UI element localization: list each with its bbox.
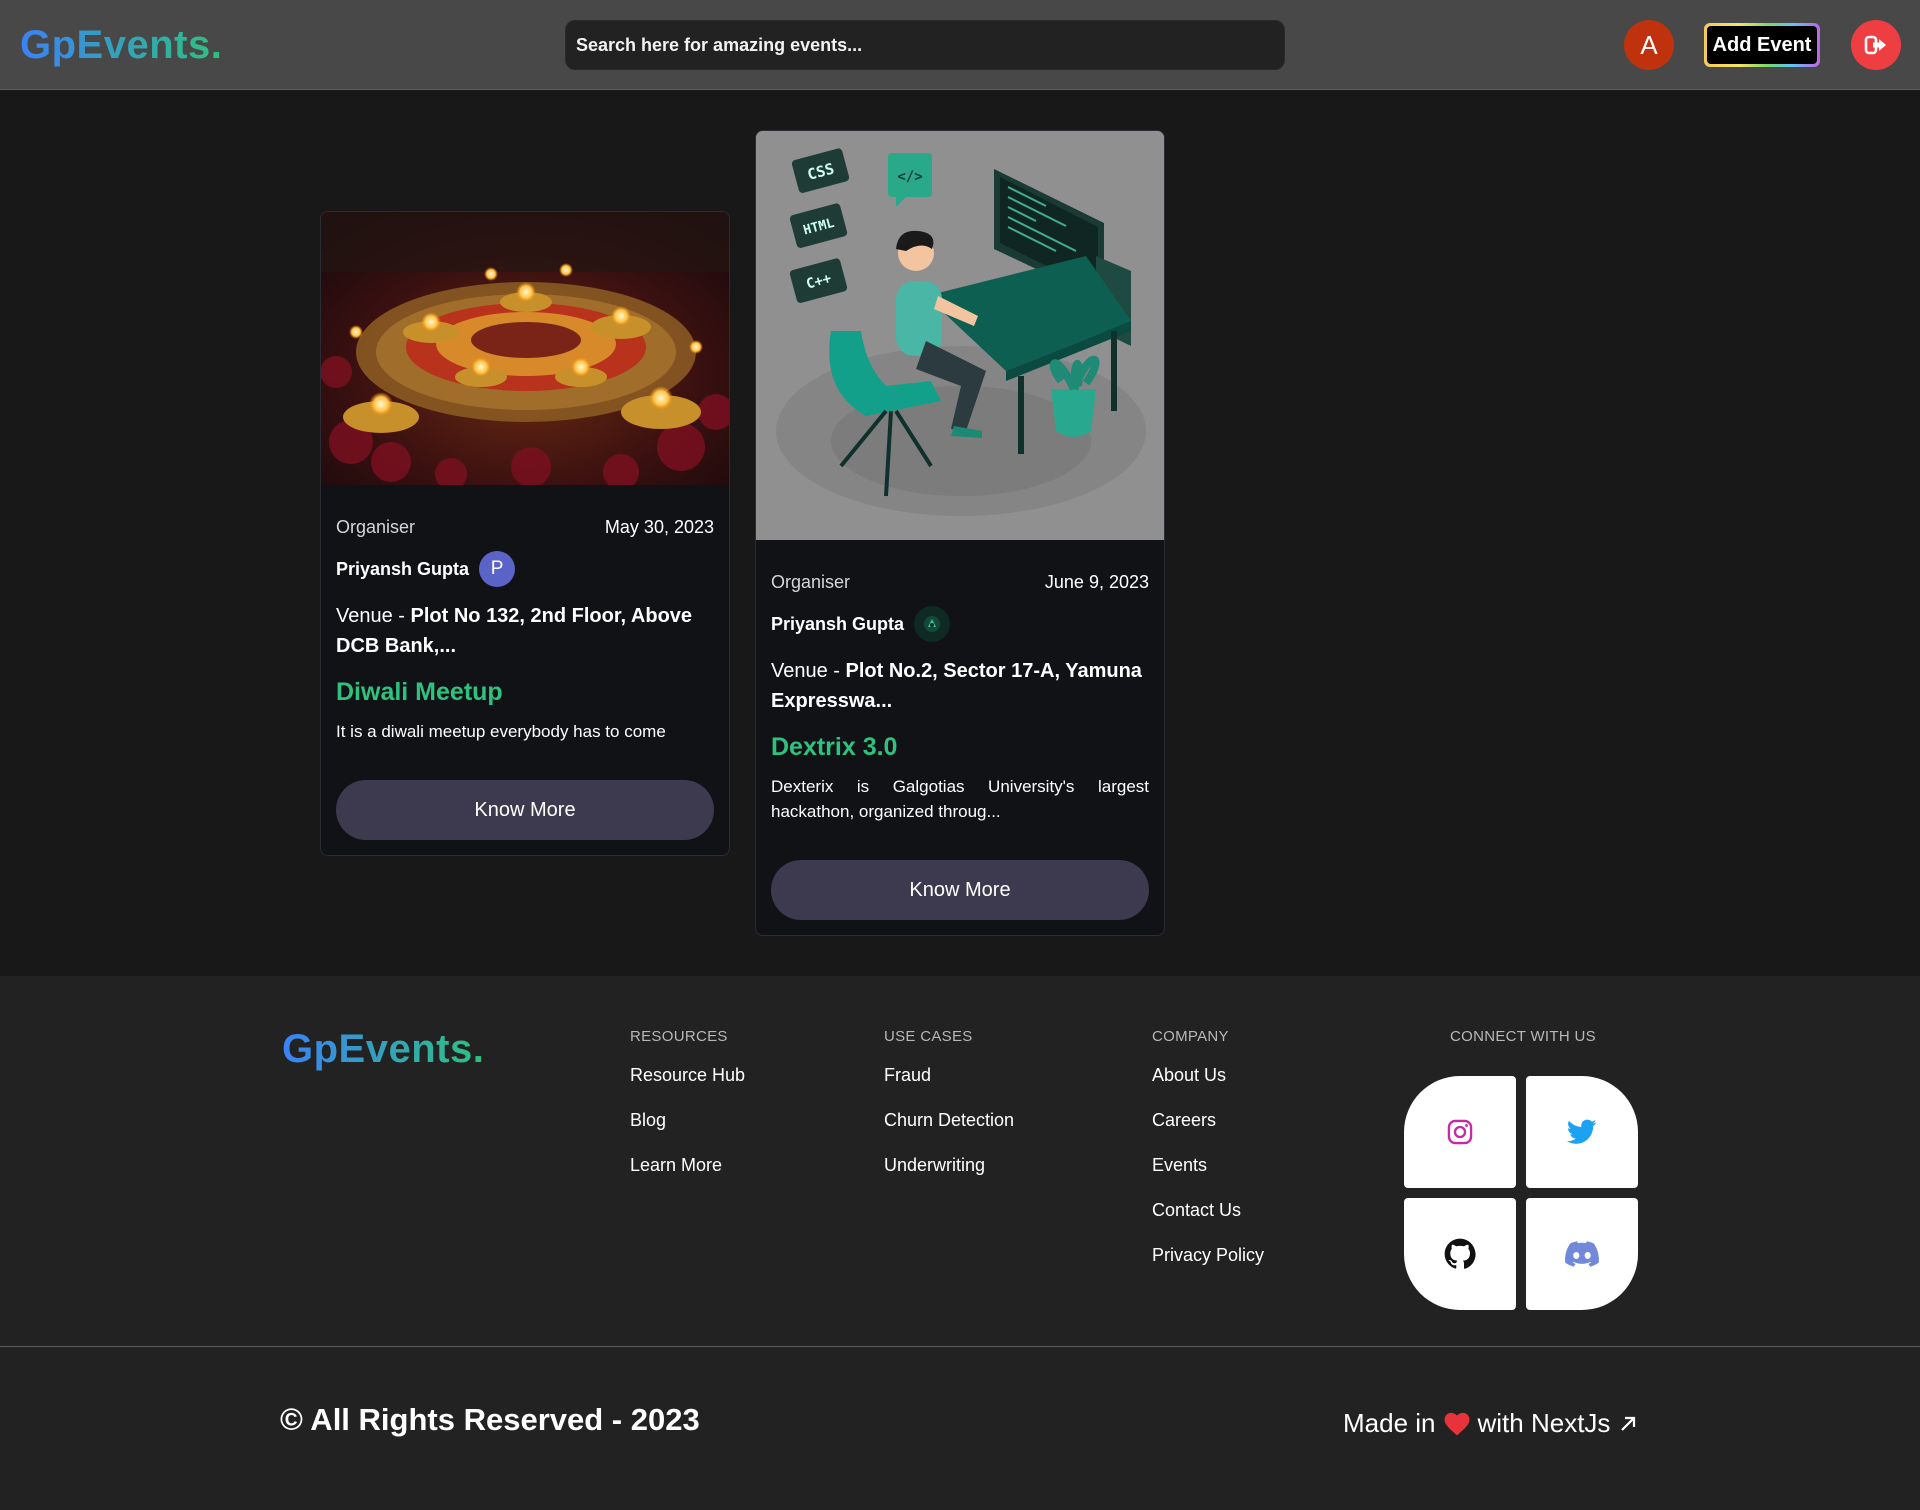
event-description: It is a diwali meetup everybody has to c… <box>336 722 666 741</box>
footer-connect-column: CONNECT WITH US <box>1450 1028 1596 1046</box>
heart-icon <box>1444 1412 1470 1436</box>
footer-link-blog[interactable]: Blog <box>630 1109 745 1154</box>
footer-divider <box>0 1346 1920 1347</box>
twitter-icon <box>1567 1119 1597 1144</box>
event-card-body: Organiser June 9, 2023 Priyansh Gupta Ve… <box>756 572 1164 824</box>
event-title: Dextrix 3.0 <box>771 733 898 761</box>
brand-logo[interactable]: GpEvents. <box>20 22 222 68</box>
add-event-label: Add Event <box>1707 26 1817 64</box>
github-link[interactable] <box>1404 1198 1516 1310</box>
organiser-name: Priyansh Gupta <box>771 613 905 634</box>
made-in-prefix: Made in <box>1343 1408 1436 1438</box>
event-image-coding-illustration: CSS HTML C++ </> <box>756 131 1164 540</box>
event-card-body: Organiser May 30, 2023 Priyansh Gupta P … <box>321 517 729 744</box>
resources-heading: RESOURCES <box>630 1028 728 1045</box>
footer-resources-column: RESOURCES Resource Hub Blog Learn More <box>630 1028 745 1199</box>
external-link-icon[interactable] <box>1618 1414 1638 1434</box>
footer-link-contact-us[interactable]: Contact Us <box>1152 1199 1264 1244</box>
made-with-credit: Made in with NextJs <box>1343 1408 1638 1439</box>
top-navbar: GpEvents. A Add Event <box>0 0 1920 90</box>
event-date: June 9, 2023 <box>1044 571 1149 592</box>
footer-link-privacy-policy[interactable]: Privacy Policy <box>1152 1244 1264 1289</box>
add-event-button[interactable]: Add Event <box>1704 23 1820 67</box>
footer-link-underwriting[interactable]: Underwriting <box>884 1154 1014 1199</box>
organiser-avatar: P <box>479 551 516 587</box>
organiser-label: Organiser <box>771 571 851 592</box>
event-title: Diwali Meetup <box>336 678 503 706</box>
copyright-text: © All Rights Reserved - 2023 <box>280 1402 700 1437</box>
search-input[interactable] <box>565 20 1285 70</box>
event-venue: Venue - Plot No.2, Sector 17-A, Yamuna E… <box>771 656 1149 716</box>
event-date: May 30, 2023 <box>604 516 714 537</box>
organiser-label: Organiser <box>336 516 416 537</box>
footer: GpEvents. RESOURCES Resource Hub Blog Le… <box>0 976 1920 1510</box>
logout-button[interactable] <box>1851 20 1901 70</box>
tag-code: </> <box>897 169 922 185</box>
know-more-button[interactable]: Know More <box>771 860 1149 920</box>
event-description: Dexterix is Galgotias University's large… <box>771 777 1149 821</box>
footer-link-about-us[interactable]: About Us <box>1152 1064 1264 1109</box>
event-image-diwali <box>321 212 729 485</box>
event-card: CSS HTML C++ </> Organiser June 9, 2023 … <box>755 130 1165 936</box>
organiser-avatar-icon <box>914 606 951 642</box>
use-cases-heading: USE CASES <box>884 1028 973 1045</box>
footer-link-churn-detection[interactable]: Churn Detection <box>884 1109 1014 1154</box>
company-heading: COMPANY <box>1152 1028 1229 1045</box>
footer-link-events[interactable]: Events <box>1152 1154 1264 1199</box>
organiser-name: Priyansh Gupta <box>336 558 470 579</box>
event-card: Organiser May 30, 2023 Priyansh Gupta P … <box>320 211 730 856</box>
footer-link-learn-more[interactable]: Learn More <box>630 1154 745 1199</box>
footer-use-cases-column: USE CASES Fraud Churn Detection Underwri… <box>884 1028 1014 1199</box>
footer-link-fraud[interactable]: Fraud <box>884 1064 1014 1109</box>
discord-link[interactable] <box>1526 1198 1638 1310</box>
instagram-link[interactable] <box>1404 1076 1516 1188</box>
instagram-icon <box>1447 1119 1473 1145</box>
footer-link-careers[interactable]: Careers <box>1152 1109 1264 1154</box>
logout-icon <box>1864 35 1886 55</box>
venue-prefix: Venue - <box>336 605 411 627</box>
event-venue: Venue - Plot No 132, 2nd Floor, Above DC… <box>336 601 714 661</box>
footer-link-resource-hub[interactable]: Resource Hub <box>630 1064 745 1109</box>
user-avatar-letter: A <box>1640 29 1658 60</box>
footer-brand-logo[interactable]: GpEvents. <box>282 1026 484 1072</box>
know-more-button[interactable]: Know More <box>336 780 714 840</box>
made-in-suffix: with NextJs <box>1477 1408 1611 1438</box>
twitter-link[interactable] <box>1526 1076 1638 1188</box>
github-icon <box>1444 1238 1476 1269</box>
user-avatar-button[interactable]: A <box>1624 20 1674 70</box>
discord-icon <box>1565 1241 1599 1267</box>
venue-prefix: Venue - <box>771 660 846 682</box>
connect-heading: CONNECT WITH US <box>1450 1028 1596 1045</box>
footer-company-column: COMPANY About Us Careers Events Contact … <box>1152 1028 1264 1289</box>
